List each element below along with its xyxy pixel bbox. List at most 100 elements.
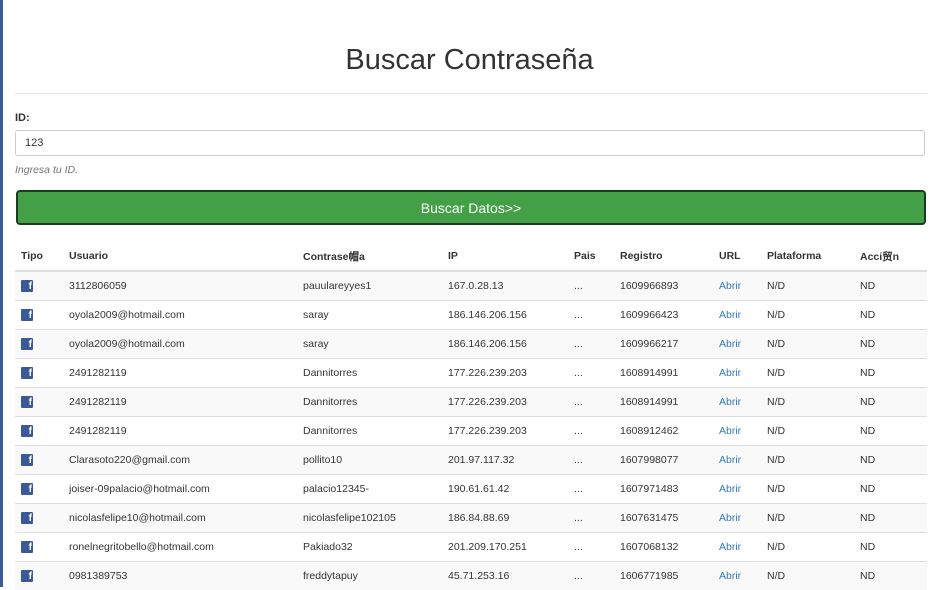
ip-cell: 177.226.239.203 [442, 359, 568, 388]
action-cell: ND [854, 533, 927, 562]
url-cell: Abrir [713, 271, 761, 301]
type-cell: f [15, 446, 63, 475]
facebook-icon: f [21, 396, 33, 408]
url-cell: Abrir [713, 359, 761, 388]
registro-cell: 1607631475 [614, 504, 713, 533]
user-cell: joiser-09palacio@hotmail.com [63, 475, 297, 504]
facebook-icon: f [21, 541, 33, 553]
ip-cell: 186.146.206.156 [442, 301, 568, 330]
type-cell: f [15, 271, 63, 301]
country-cell: ... [568, 504, 614, 533]
id-input[interactable] [15, 130, 925, 156]
url-cell: Abrir [713, 330, 761, 359]
type-cell: f [15, 359, 63, 388]
registro-cell: 1606771985 [614, 562, 713, 590]
open-link[interactable]: Abrir [719, 570, 741, 582]
url-cell: Abrir [713, 388, 761, 417]
ip-cell: 201.97.117.32 [442, 446, 568, 475]
registro-cell: 1608912462 [614, 417, 713, 446]
url-cell: Abrir [713, 533, 761, 562]
country-cell: ... [568, 271, 614, 301]
col-header-pais: Pais [568, 242, 614, 271]
table-row: f0981389753freddytapuy45.71.253.16...160… [15, 562, 927, 590]
search-data-button[interactable]: Buscar Datos>> [16, 190, 926, 225]
col-header-plataforma: Plataforma [761, 242, 854, 271]
password-cell: Dannitorres [297, 417, 442, 446]
password-cell: palacio12345- [297, 475, 442, 504]
password-cell: saray [297, 301, 442, 330]
country-cell: ... [568, 446, 614, 475]
registro-cell: 1609966217 [614, 330, 713, 359]
country-cell: ... [568, 475, 614, 504]
country-cell: ... [568, 562, 614, 590]
col-header-tipo: Tipo [15, 242, 63, 271]
user-cell: 0981389753 [63, 562, 297, 590]
password-cell: pauulareyyes1 [297, 271, 442, 301]
open-link[interactable]: Abrir [719, 483, 741, 495]
col-header-url: URL [713, 242, 761, 271]
table-row: foyola2009@hotmail.comsaray186.146.206.1… [15, 301, 927, 330]
country-cell: ... [568, 417, 614, 446]
open-link[interactable]: Abrir [719, 512, 741, 524]
action-cell: ND [854, 388, 927, 417]
action-cell: ND [854, 446, 927, 475]
action-cell: ND [854, 330, 927, 359]
type-cell: f [15, 475, 63, 504]
table-row: fClarasoto220@gmail.compollito10201.97.1… [15, 446, 927, 475]
open-link[interactable]: Abrir [719, 338, 741, 350]
open-link[interactable]: Abrir [719, 396, 741, 408]
platform-cell: N/D [761, 562, 854, 590]
open-link[interactable]: Abrir [719, 454, 741, 466]
table-row: f2491282119Dannitorres177.226.239.203...… [15, 417, 927, 446]
id-help-text: Ingresa tu ID. [15, 164, 78, 176]
url-cell: Abrir [713, 562, 761, 590]
action-cell: ND [854, 475, 927, 504]
facebook-icon: f [21, 512, 33, 524]
user-cell: 3112806059 [63, 271, 297, 301]
open-link[interactable]: Abrir [719, 280, 741, 292]
country-cell: ... [568, 359, 614, 388]
action-cell: ND [854, 271, 927, 301]
page-title: Buscar Contraseña [0, 44, 939, 77]
ip-cell: 186.84.88.69 [442, 504, 568, 533]
col-header-accion: Acci贸n [854, 242, 927, 271]
open-link[interactable]: Abrir [719, 541, 741, 553]
ip-cell: 177.226.239.203 [442, 417, 568, 446]
id-label: ID: [15, 112, 30, 124]
registro-cell: 1607998077 [614, 446, 713, 475]
table-row: fronelnegritobello@hotmail.comPakiado322… [15, 533, 927, 562]
type-cell: f [15, 388, 63, 417]
table-row: fnicolasfelipe10@hotmail.comnicolasfelip… [15, 504, 927, 533]
user-cell: oyola2009@hotmail.com [63, 330, 297, 359]
user-cell: oyola2009@hotmail.com [63, 301, 297, 330]
type-cell: f [15, 504, 63, 533]
platform-cell: N/D [761, 330, 854, 359]
open-link[interactable]: Abrir [719, 309, 741, 321]
url-cell: Abrir [713, 417, 761, 446]
registro-cell: 1607971483 [614, 475, 713, 504]
password-cell: Pakiado32 [297, 533, 442, 562]
col-header-password: Contrase帽a [297, 242, 442, 271]
facebook-icon: f [21, 425, 33, 437]
ip-cell: 45.71.253.16 [442, 562, 568, 590]
open-link[interactable]: Abrir [719, 425, 741, 437]
registro-cell: 1609966423 [614, 301, 713, 330]
table-row: foyola2009@hotmail.comsaray186.146.206.1… [15, 330, 927, 359]
action-cell: ND [854, 301, 927, 330]
ip-cell: 190.61.61.42 [442, 475, 568, 504]
password-cell: freddytapuy [297, 562, 442, 590]
col-header-ip: IP [442, 242, 568, 271]
type-cell: f [15, 301, 63, 330]
col-header-registro: Registro [614, 242, 713, 271]
password-cell: Dannitorres [297, 359, 442, 388]
facebook-icon: f [21, 454, 33, 466]
registro-cell: 1607068132 [614, 533, 713, 562]
url-cell: Abrir [713, 475, 761, 504]
type-cell: f [15, 330, 63, 359]
action-cell: ND [854, 417, 927, 446]
platform-cell: N/D [761, 475, 854, 504]
ip-cell: 167.0.28.13 [442, 271, 568, 301]
ip-cell: 177.226.239.203 [442, 388, 568, 417]
open-link[interactable]: Abrir [719, 367, 741, 379]
registro-cell: 1609966893 [614, 271, 713, 301]
